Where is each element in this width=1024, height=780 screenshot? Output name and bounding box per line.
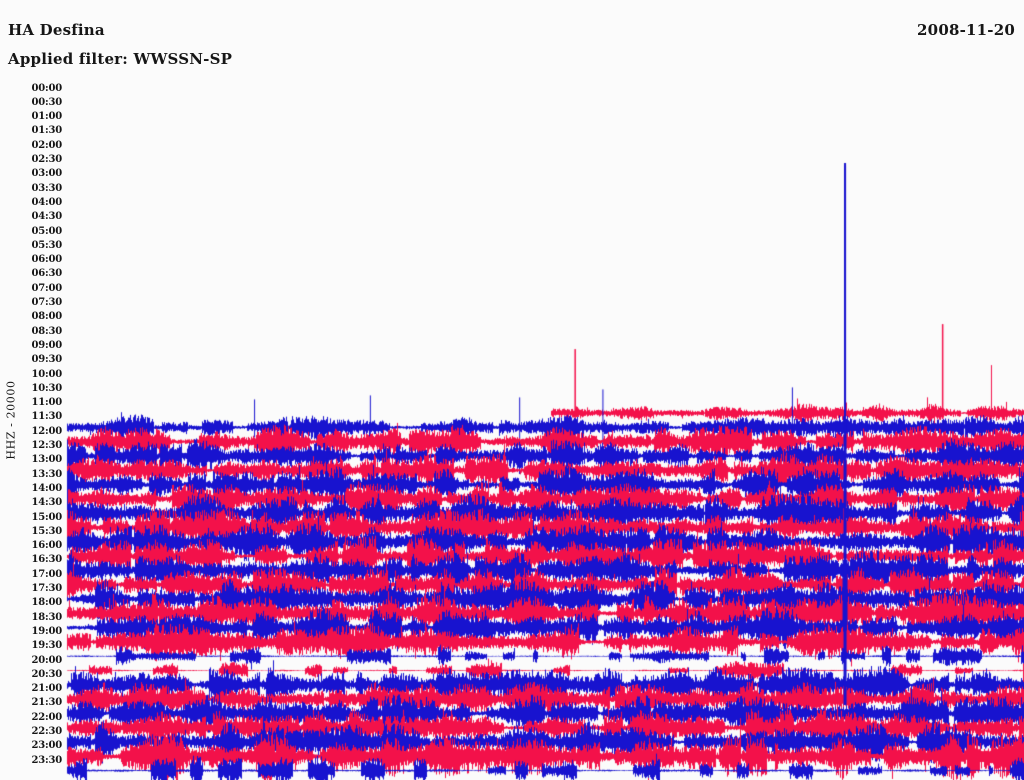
time-label: 13:30	[31, 468, 62, 480]
time-label: 01:30	[31, 125, 62, 137]
time-label: 06:00	[31, 254, 62, 266]
time-label: 20:30	[31, 668, 62, 680]
time-label: 01:00	[31, 111, 62, 123]
time-label: 14:30	[31, 497, 62, 509]
time-label: 08:30	[31, 325, 62, 337]
time-label: 22:00	[31, 711, 62, 723]
time-label: 09:00	[31, 339, 62, 351]
time-label: 16:00	[31, 540, 62, 552]
time-label: 23:00	[31, 740, 62, 752]
time-label: 00:30	[31, 96, 62, 108]
filter-label: Applied filter: WWSSN-SP	[8, 50, 233, 68]
time-label: 08:00	[31, 311, 62, 323]
time-label: 12:30	[31, 440, 62, 451]
time-label: 23:30	[31, 754, 62, 766]
time-label: 09:30	[31, 354, 62, 366]
time-label: 14:00	[31, 482, 62, 494]
time-label: 11:30	[31, 411, 62, 423]
time-label: 04:30	[31, 211, 62, 223]
time-label: 22:30	[31, 726, 62, 737]
time-label: 21:00	[31, 683, 62, 695]
date-label: 2008-11-20	[917, 21, 1015, 39]
time-label: 05:30	[31, 239, 62, 251]
time-label: 05:00	[31, 225, 62, 237]
time-label: 21:30	[31, 697, 62, 709]
station-title: HA Desfina	[8, 21, 105, 39]
time-label: 12:00	[31, 425, 62, 437]
time-label: 16:30	[31, 554, 62, 566]
time-label: 18:30	[31, 611, 62, 623]
time-label: 07:00	[31, 282, 62, 294]
time-label: 11:00	[31, 397, 62, 409]
time-label: 15:30	[31, 525, 62, 537]
time-label: 03:00	[31, 168, 62, 180]
time-label: 02:00	[31, 139, 62, 151]
time-label: 20:00	[31, 654, 62, 666]
helicorder-page: HA Desfina 2008-11-20 Applied filter: WW…	[0, 0, 1024, 780]
time-label: 02:30	[31, 154, 62, 165]
time-label: 00:00	[31, 82, 62, 94]
time-label: 19:30	[31, 640, 62, 652]
time-label: 15:00	[31, 511, 62, 523]
time-label: 18:00	[31, 597, 62, 609]
time-label: 04:00	[31, 196, 62, 208]
time-label: 06:30	[31, 268, 62, 280]
time-label: 19:00	[31, 625, 62, 637]
time-label: 10:00	[31, 368, 62, 380]
time-label: 07:30	[31, 297, 62, 308]
time-label: 10:30	[31, 382, 62, 394]
time-label: 13:00	[31, 454, 62, 466]
time-label: 17:30	[31, 583, 62, 594]
time-label: 03:30	[31, 182, 62, 194]
helicorder-canvas	[0, 0, 1024, 780]
time-label: 17:00	[31, 568, 62, 580]
